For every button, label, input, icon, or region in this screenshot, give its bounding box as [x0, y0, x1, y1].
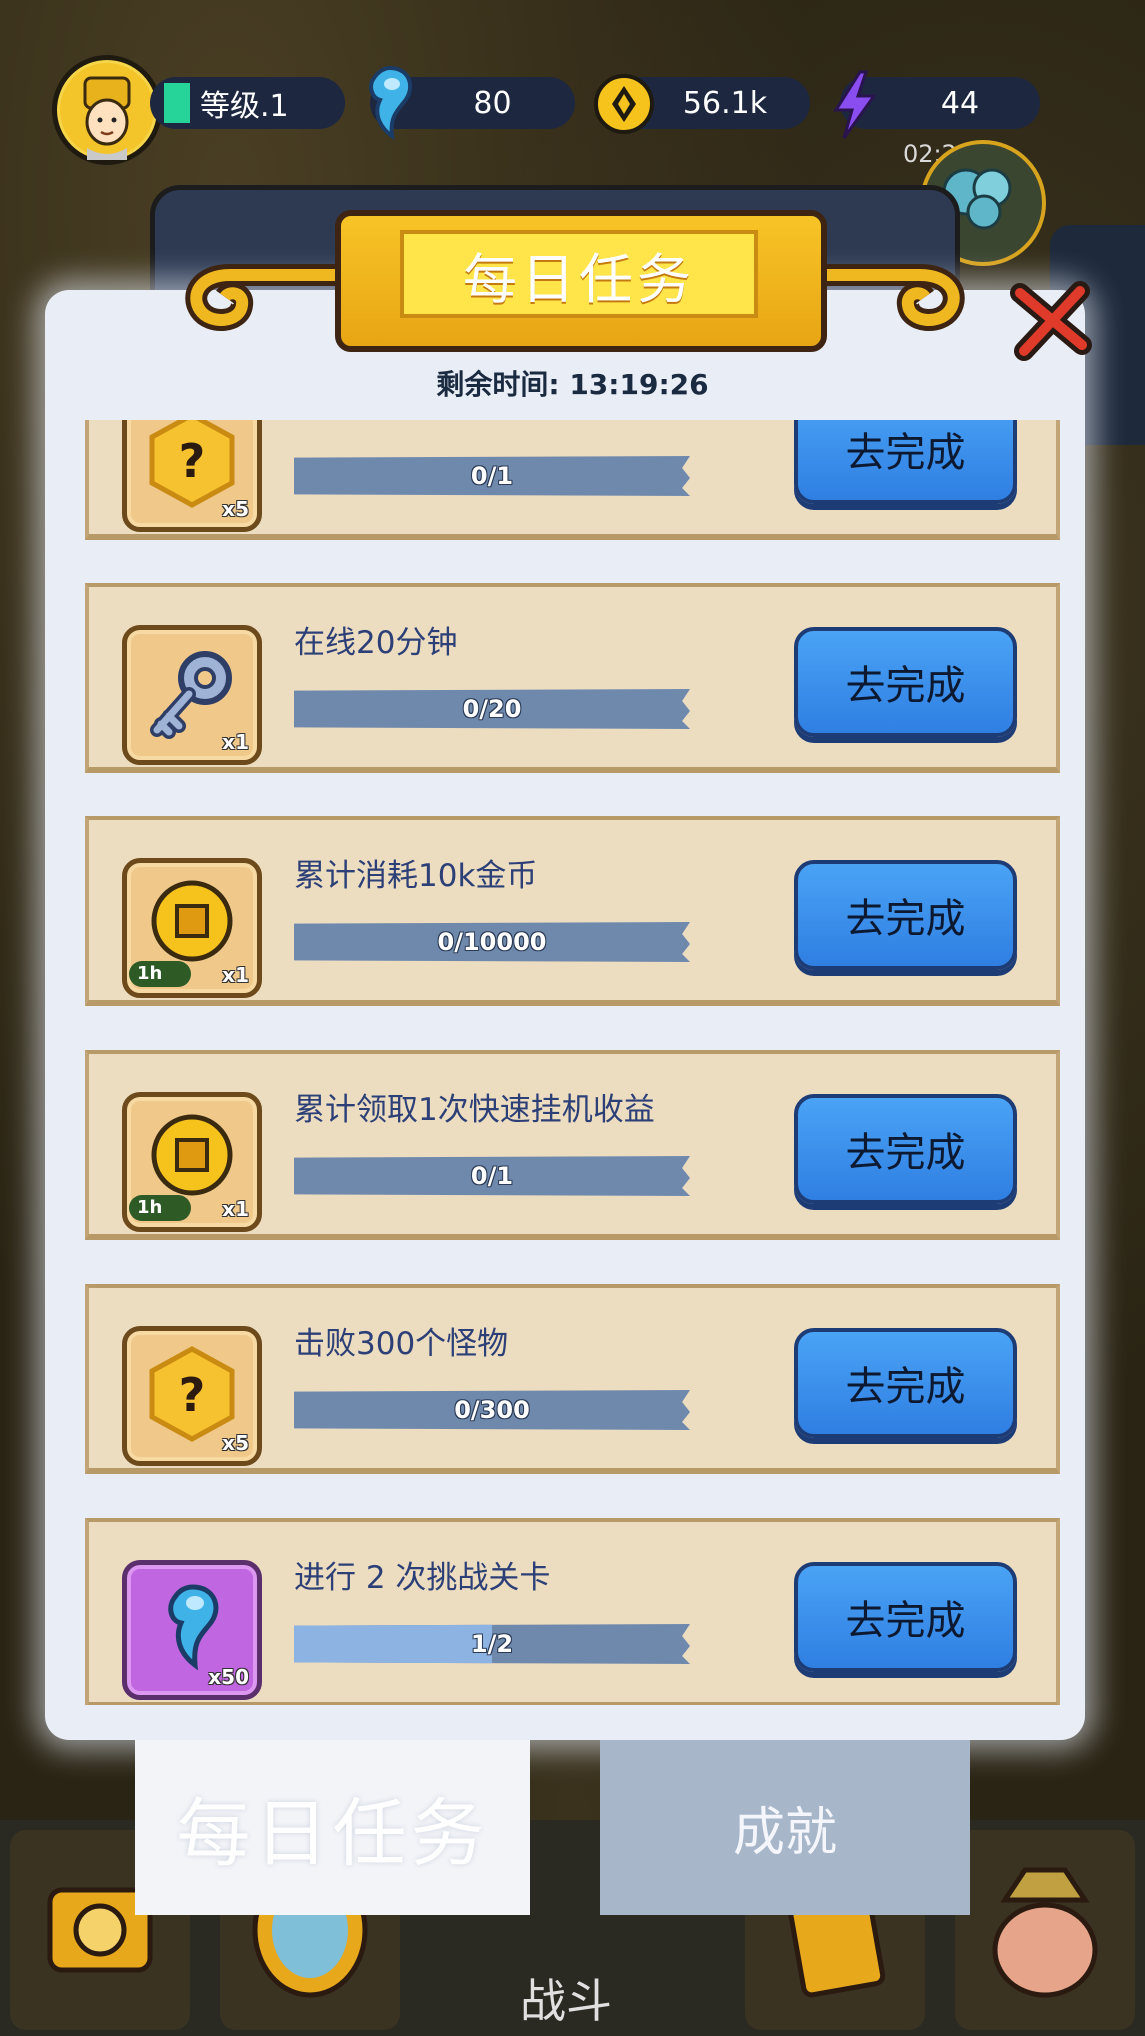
- gem-count: 80: [473, 85, 512, 121]
- close-icon: [1010, 281, 1092, 361]
- tab-achievements[interactable]: 成就: [600, 1740, 970, 1915]
- progress-text: 1/2: [470, 1630, 514, 1658]
- task-title: 在线20分钟: [294, 625, 458, 661]
- task-row: 1h x1 累计领取1次快速挂机收益 0/1 去完成: [85, 1050, 1060, 1240]
- go-complete-button[interactable]: 去完成: [794, 627, 1017, 737]
- reward-quantity: x5: [222, 1431, 249, 1455]
- character-icon: [992, 1867, 1098, 1998]
- task-title: 累计消耗10k金币: [294, 858, 538, 894]
- lightning-icon: [833, 70, 877, 139]
- nav-character-slot[interactable]: [955, 1830, 1135, 2030]
- reward-item[interactable]: 1h x1: [122, 858, 262, 998]
- player-avatar[interactable]: [52, 55, 162, 165]
- progress-text: 0/1: [470, 462, 514, 490]
- duration-tag: 1h: [129, 961, 191, 987]
- panel-title: 每日任务: [400, 230, 758, 318]
- reward-item[interactable]: ? x5: [122, 420, 262, 532]
- reward-item[interactable]: x50: [122, 1560, 262, 1700]
- energy-count: 44: [940, 85, 980, 121]
- left-scroll-ornament: [185, 264, 360, 331]
- task-title: 累计领取1次快速挂机收益: [294, 1092, 655, 1128]
- go-complete-button[interactable]: 去完成: [794, 860, 1017, 970]
- task-row: 1h x1 累计消耗10k金币 0/10000 去完成: [85, 816, 1060, 1006]
- level-bar: [164, 83, 190, 123]
- go-complete-button[interactable]: 去完成: [794, 1562, 1017, 1672]
- reward-quantity: x1: [222, 730, 249, 754]
- duration-tag: 1h: [129, 1195, 191, 1221]
- gold-count: 56.1k: [682, 85, 768, 121]
- gold-coin-icon: [594, 74, 654, 134]
- task-row: ? x5 0/1 去完成: [85, 420, 1060, 540]
- nav-battle-label[interactable]: 战斗: [520, 1965, 612, 2031]
- reward-item[interactable]: ? x5: [122, 1326, 262, 1466]
- remaining-time: 剩余时间: 13:19:26: [436, 368, 709, 401]
- reward-quantity: x5: [222, 497, 249, 521]
- reward-item[interactable]: x1: [122, 625, 262, 765]
- reward-item[interactable]: 1h x1: [122, 1092, 262, 1232]
- tab-daily-tasks[interactable]: 每日任务: [135, 1740, 530, 1915]
- task-row: x1 在线20分钟 0/20 去完成: [85, 583, 1060, 773]
- svg-text:?: ?: [179, 1368, 206, 1422]
- progress-text: 0/10000: [437, 928, 547, 956]
- go-complete-button[interactable]: 去完成: [794, 1328, 1017, 1438]
- progress-text: 0/20: [462, 695, 522, 723]
- progress-text: 0/300: [454, 1396, 530, 1424]
- go-complete-button[interactable]: 去完成: [794, 420, 1017, 504]
- level-display: 等级.1: [150, 77, 345, 129]
- task-row: x50 进行 2 次挑战关卡 1/2 去完成: [85, 1518, 1060, 1705]
- reward-quantity: x1: [222, 1197, 249, 1221]
- reward-quantity: x50: [208, 1665, 249, 1689]
- close-button[interactable]: [1010, 275, 1100, 369]
- reward-quantity: x1: [222, 963, 249, 987]
- task-list[interactable]: ? x5 0/1 去完成 x1 在线20分钟 0/20 去完成 1h x1 累计…: [85, 420, 1060, 1705]
- progress-text: 0/1: [470, 1162, 514, 1190]
- soul-gem-icon: [369, 65, 413, 141]
- monk-face-icon: [83, 76, 131, 160]
- task-title: 进行 2 次挑战关卡: [294, 1560, 551, 1596]
- level-text: 等级.1: [200, 89, 289, 124]
- svg-text:?: ?: [179, 434, 206, 488]
- go-complete-button[interactable]: 去完成: [794, 1094, 1017, 1204]
- task-title: 击败300个怪物: [294, 1326, 509, 1362]
- task-row: ? x5 击败300个怪物 0/300 去完成: [85, 1284, 1060, 1474]
